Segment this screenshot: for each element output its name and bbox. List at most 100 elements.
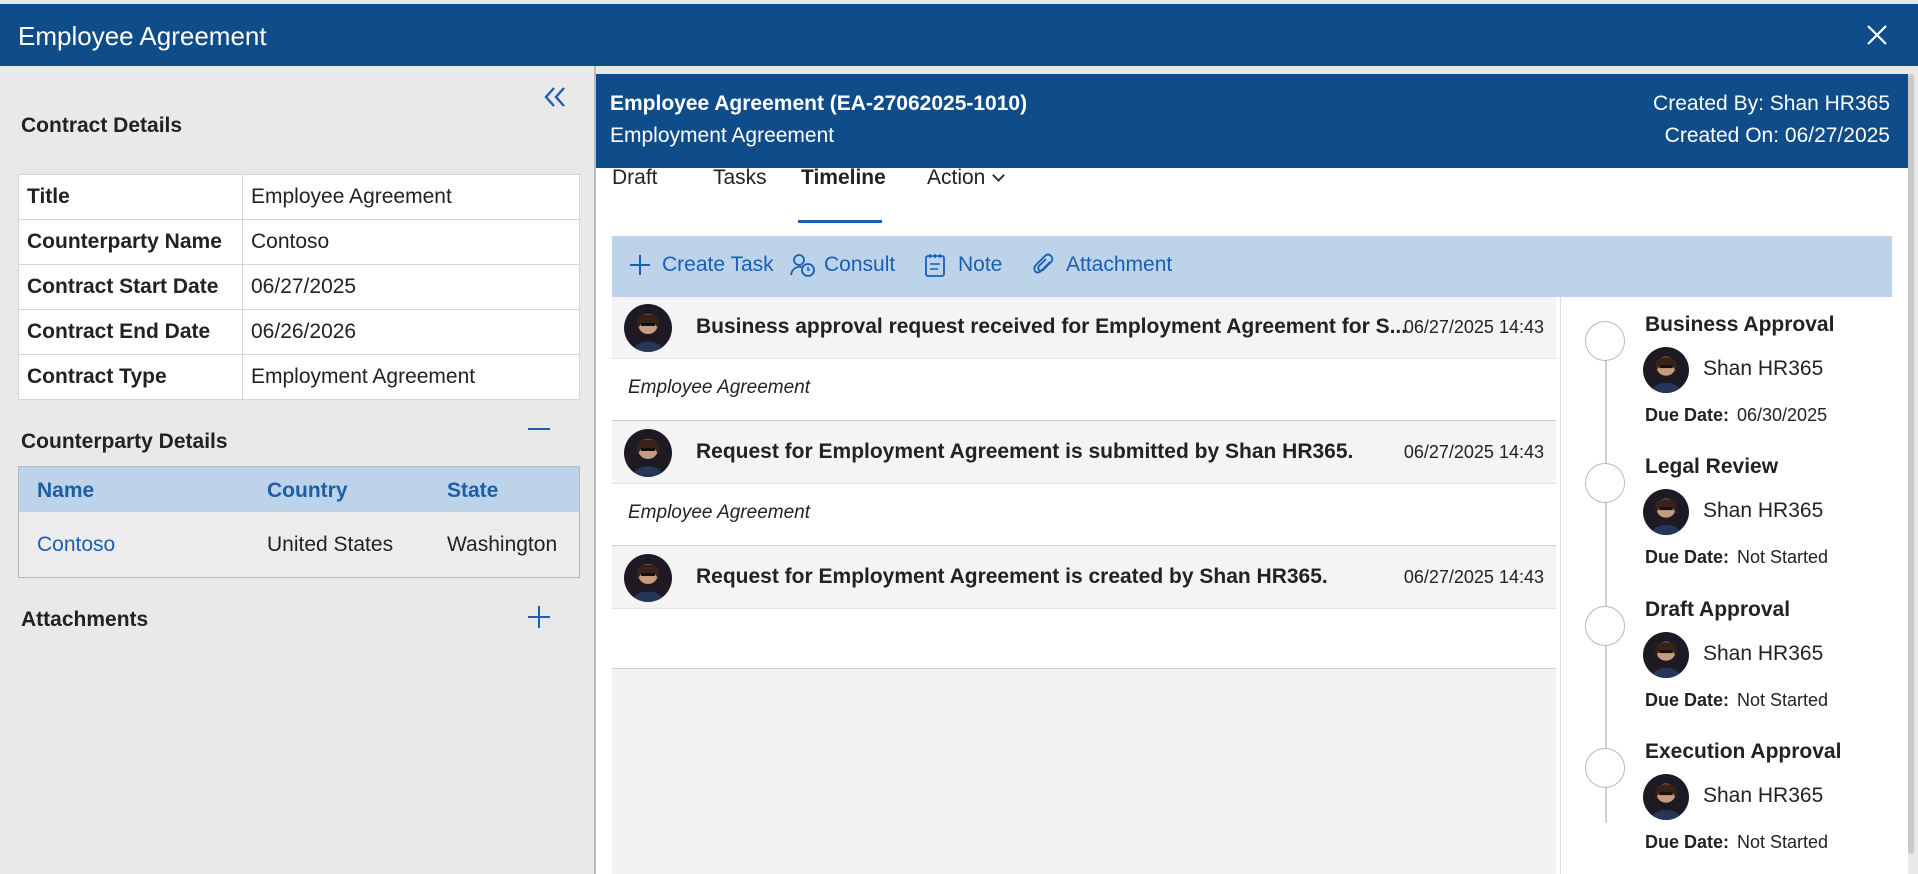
step-status-circle xyxy=(1585,321,1625,361)
record-title: Employee Agreement (EA-27062025-1010) xyxy=(610,92,1028,115)
counterparty-details-heading: Counterparty Details xyxy=(21,430,228,453)
field-value: Employee Agreement xyxy=(242,174,580,220)
field-value: 06/27/2025 xyxy=(242,264,580,310)
record-panel: Employee Agreement (EA-27062025-1010) Em… xyxy=(596,74,1908,874)
attachments-heading: Attachments xyxy=(21,608,149,631)
counterparty-link[interactable]: Contoso xyxy=(37,533,115,557)
step-assignee: Shan HR365 xyxy=(1703,642,1824,665)
timeline-item-header: Request for Employment Agreement is subm… xyxy=(612,422,1556,484)
counterparty-table: Name Country State Contoso United States… xyxy=(18,466,580,578)
field-label: Contract End Date xyxy=(18,309,243,355)
step-assignee: Shan HR365 xyxy=(1703,784,1824,807)
table-row: Contract Start Date 06/27/2025 xyxy=(18,264,580,310)
note-icon xyxy=(925,254,945,277)
approval-step[interactable]: Business Approval Shan HR365 Due Date: 0… xyxy=(1561,297,1893,437)
details-panel: Contract Details Title Employee Agreemen… xyxy=(0,66,594,874)
due-date-label: Due Date: xyxy=(1645,690,1730,710)
due-date-value: 06/30/2025 xyxy=(1737,405,1828,425)
field-value: Employment Agreement xyxy=(242,354,580,400)
tab-tasks[interactable]: Tasks xyxy=(713,166,767,190)
field-value: Contoso xyxy=(242,219,580,265)
timeline-subtitle: Employee Agreement xyxy=(628,377,811,398)
step-title: Draft Approval xyxy=(1645,598,1791,621)
created-on: Created On: 06/27/2025 xyxy=(1664,124,1890,147)
avatar xyxy=(624,554,672,602)
step-status-circle xyxy=(1585,748,1625,788)
timeline-message: Request for Employment Agreement is subm… xyxy=(696,440,1354,463)
tab-action-label: Action xyxy=(927,166,986,189)
chevron-down-icon xyxy=(992,169,1006,182)
due-date-value: Not Started xyxy=(1737,547,1829,567)
step-title: Execution Approval xyxy=(1645,740,1842,763)
plus-icon xyxy=(630,255,650,275)
table-row: Contract End Date 06/26/2026 xyxy=(18,309,580,355)
step-assignee: Shan HR365 xyxy=(1703,357,1824,380)
table-row: Title Employee Agreement xyxy=(18,174,580,220)
field-label: Title xyxy=(18,174,243,220)
field-label: Counterparty Name xyxy=(18,219,243,265)
step-status-circle xyxy=(1585,606,1625,646)
country-cell: United States xyxy=(267,533,394,556)
table-row: Contract Type Employment Agreement xyxy=(18,354,580,400)
avatar xyxy=(624,429,672,477)
consult-icon xyxy=(790,254,815,277)
contract-details-heading: Contract Details xyxy=(21,114,183,137)
window-titlebar: Employee Agreement xyxy=(0,4,1918,66)
created-by: Created By: Shan HR365 xyxy=(1653,92,1890,115)
column-header-name[interactable]: Name xyxy=(37,479,94,503)
approval-step[interactable]: Execution Approval Shan HR365 Due Date: … xyxy=(1561,724,1893,864)
step-status-circle xyxy=(1585,463,1625,503)
add-attachment-icon[interactable] xyxy=(528,606,550,628)
column-header-country[interactable]: Country xyxy=(267,479,348,503)
timeline-message: Request for Employment Agreement is crea… xyxy=(696,565,1328,588)
approval-step[interactable]: Draft Approval Shan HR365 Due Date: Not … xyxy=(1561,582,1893,722)
step-title: Business Approval xyxy=(1645,313,1835,336)
attachment-button[interactable]: Attachment xyxy=(1032,253,1172,277)
step-title: Legal Review xyxy=(1645,455,1779,478)
vertical-scrollbar[interactable] xyxy=(1908,74,1914,854)
close-icon[interactable] xyxy=(1864,22,1890,48)
record-subtitle: Employment Agreement xyxy=(610,124,835,147)
tab-draft[interactable]: Draft xyxy=(612,166,658,190)
create-task-button[interactable]: Create Task xyxy=(628,253,774,277)
table-header: Name Country State xyxy=(19,467,579,512)
contract-details-table: Title Employee Agreement Counterparty Na… xyxy=(18,174,580,400)
approval-step[interactable]: Legal Review Shan HR365 Due Date: Not St… xyxy=(1561,439,1893,579)
timeline-date: 06/27/2025 14:43 xyxy=(1403,317,1544,337)
due-date-label: Due Date: xyxy=(1645,547,1730,567)
timeline-item[interactable]: Business approval request received for E… xyxy=(612,297,1556,421)
avatar xyxy=(1643,489,1689,535)
approval-workflow: Business Approval Shan HR365 Due Date: 0… xyxy=(1560,297,1892,874)
avatar xyxy=(1643,347,1689,393)
timeline-toolbar: Create Task Consult Note Attachment xyxy=(612,236,1892,297)
due-date-value: Not Started xyxy=(1737,832,1829,852)
note-button[interactable]: Note xyxy=(924,253,1002,277)
timeline-item-header: Request for Employment Agreement is crea… xyxy=(612,547,1556,609)
timeline-message: Business approval request received for E… xyxy=(696,315,1408,338)
record-header: Employee Agreement (EA-27062025-1010) Em… xyxy=(596,74,1908,168)
avatar xyxy=(1643,632,1689,678)
step-assignee: Shan HR365 xyxy=(1703,499,1824,522)
timeline-date: 06/27/2025 14:43 xyxy=(1403,567,1544,587)
due-date-label: Due Date: xyxy=(1645,832,1730,852)
due-date-value: Not Started xyxy=(1737,690,1829,710)
timeline-subtitle: Employee Agreement xyxy=(628,502,811,523)
paperclip-icon xyxy=(1033,253,1054,274)
state-cell: Washington xyxy=(447,533,558,556)
timeline-item-header: Business approval request received for E… xyxy=(612,297,1556,359)
consult-button[interactable]: Consult xyxy=(790,253,895,277)
field-label: Contract Start Date xyxy=(18,264,243,310)
timeline-item[interactable]: Request for Employment Agreement is subm… xyxy=(612,422,1556,546)
timeline-feed: Business approval request received for E… xyxy=(612,297,1556,874)
tab-action[interactable]: Action xyxy=(927,166,1006,190)
field-value: 06/26/2026 xyxy=(242,309,580,355)
table-row: Counterparty Name Contoso xyxy=(18,219,580,265)
field-label: Contract Type xyxy=(18,354,243,400)
column-header-state[interactable]: State xyxy=(447,479,498,503)
collapse-section-icon[interactable] xyxy=(528,428,550,430)
tab-timeline[interactable]: Timeline xyxy=(801,166,886,190)
collapse-panel-icon[interactable] xyxy=(540,84,570,110)
timeline-item[interactable]: Request for Employment Agreement is crea… xyxy=(612,547,1556,669)
avatar xyxy=(624,304,672,352)
active-tab-indicator xyxy=(798,220,882,223)
